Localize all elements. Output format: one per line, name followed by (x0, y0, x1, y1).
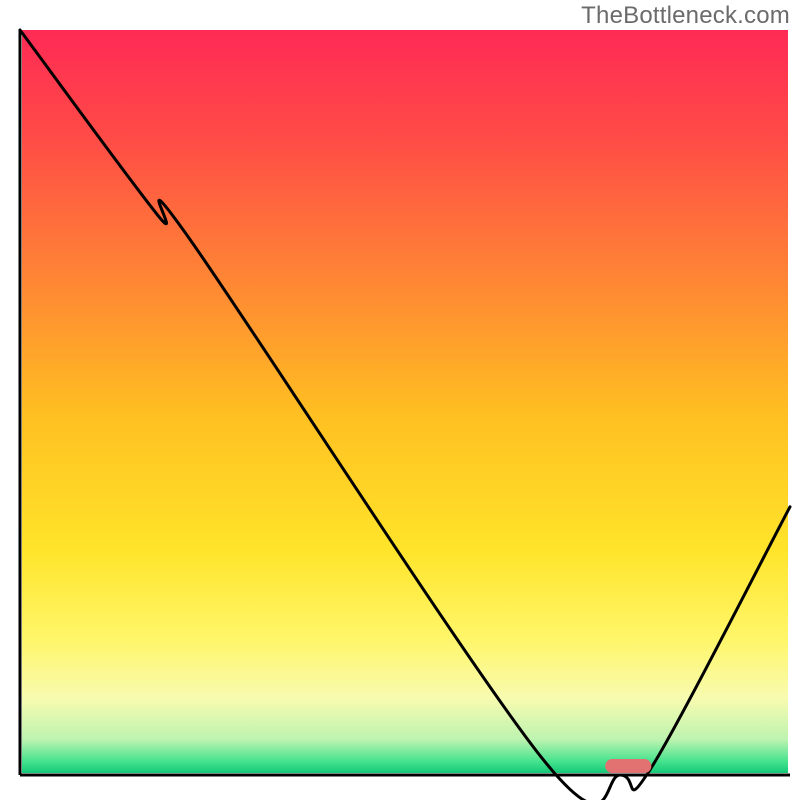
plot-area (20, 30, 790, 800)
watermark-text: TheBottleneck.com (581, 2, 790, 30)
gradient-background (22, 30, 788, 773)
bottleneck-chart (0, 0, 800, 800)
chart-container: TheBottleneck.com (0, 0, 800, 800)
pill-marker (605, 759, 651, 773)
